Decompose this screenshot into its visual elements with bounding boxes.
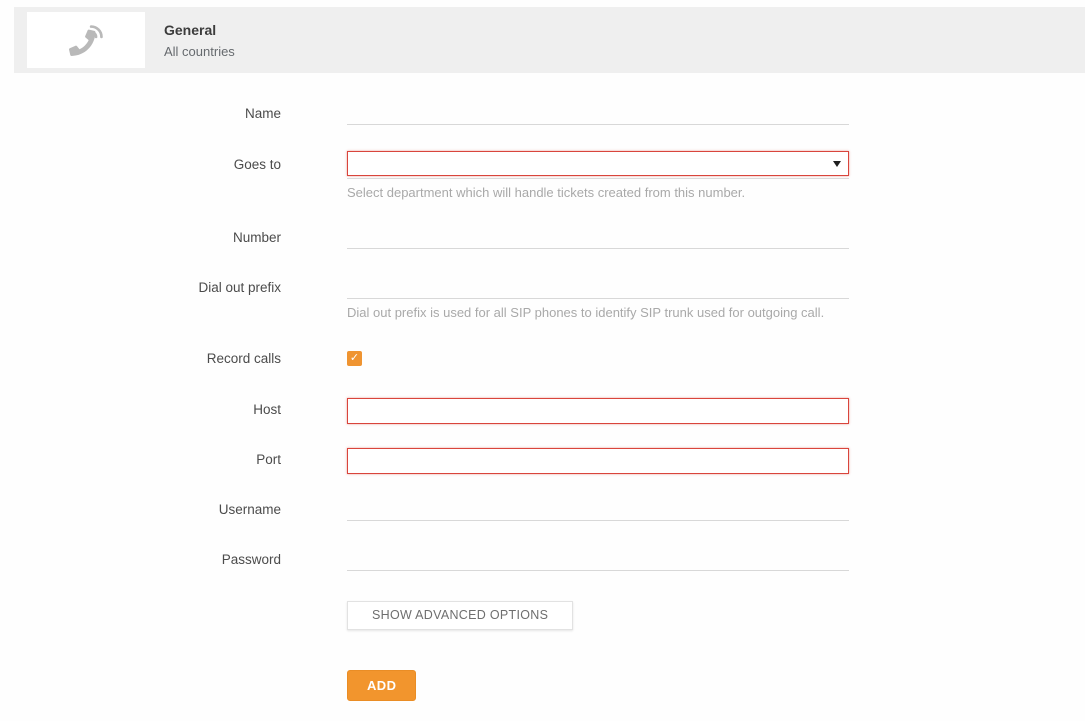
username-input[interactable]: [347, 496, 849, 521]
channel-icon-box: [27, 12, 145, 68]
port-input[interactable]: [347, 448, 849, 474]
phone-volume-icon: [69, 25, 103, 56]
form-row-host: Host: [0, 396, 1085, 424]
dial-out-prefix-helper: Dial out prefix is used for all SIP phon…: [347, 305, 849, 322]
goes-to-helper: Select department which will handle tick…: [347, 185, 849, 202]
dial-out-prefix-input[interactable]: [347, 274, 849, 299]
name-label: Name: [0, 100, 281, 121]
number-label: Number: [0, 224, 281, 245]
name-input[interactable]: [347, 100, 849, 125]
form-row-goes-to: Goes to Select department which will han…: [0, 151, 1085, 202]
form-row-name: Name: [0, 100, 1085, 125]
record-calls-checkbox[interactable]: ✓: [347, 351, 362, 366]
host-input[interactable]: [347, 398, 849, 424]
form-row-password: Password: [0, 546, 1085, 571]
page-subtitle: All countries: [164, 44, 235, 59]
number-form: Name Goes to Select department which wil…: [0, 100, 1085, 701]
password-input[interactable]: [347, 546, 849, 571]
username-label: Username: [0, 496, 281, 517]
page-title: General: [164, 22, 235, 38]
form-row-username: Username: [0, 496, 1085, 521]
section-header: General All countries: [14, 7, 1085, 73]
host-label: Host: [0, 396, 281, 417]
form-row-port: Port: [0, 446, 1085, 474]
record-calls-label: Record calls: [0, 345, 281, 366]
add-button[interactable]: ADD: [347, 670, 416, 701]
form-row-number: Number: [0, 224, 1085, 249]
port-label: Port: [0, 446, 281, 467]
show-advanced-options-button[interactable]: SHOW ADVANCED OPTIONS: [347, 601, 573, 630]
form-row-record-calls: Record calls ✓: [0, 345, 1085, 366]
password-label: Password: [0, 546, 281, 567]
goes-to-label: Goes to: [0, 151, 281, 172]
checkmark-icon: ✓: [347, 351, 362, 366]
dial-out-prefix-label: Dial out prefix: [0, 274, 281, 295]
form-row-dial-out-prefix: Dial out prefix Dial out prefix is used …: [0, 274, 1085, 322]
chevron-down-icon: [833, 161, 841, 167]
goes-to-select[interactable]: [347, 151, 849, 176]
number-input[interactable]: [347, 224, 849, 249]
select-underline: [347, 178, 849, 179]
